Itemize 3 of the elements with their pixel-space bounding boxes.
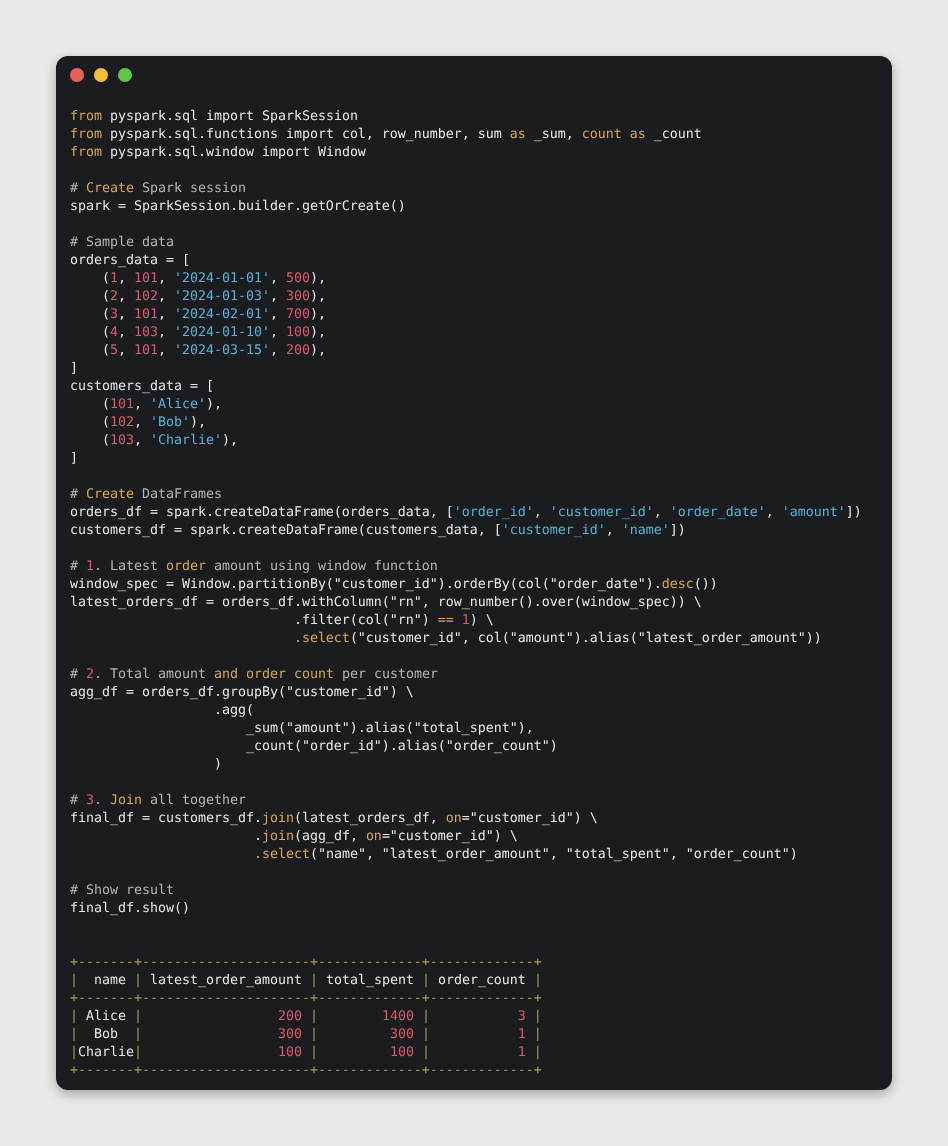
- close-button[interactable]: [70, 68, 84, 82]
- minimize-button[interactable]: [94, 68, 108, 82]
- zoom-button[interactable]: [118, 68, 132, 82]
